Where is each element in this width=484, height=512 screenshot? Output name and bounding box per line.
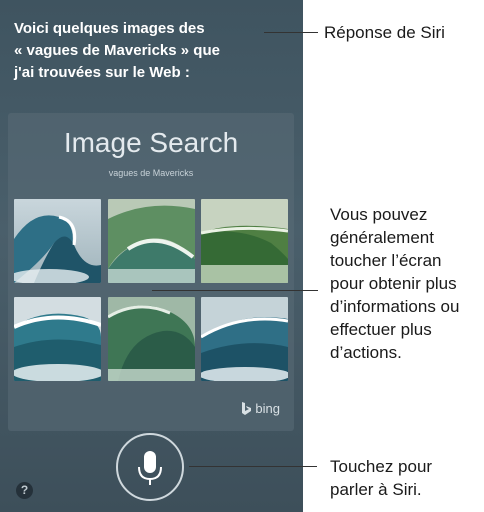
callout-speak: Touchez pour parler à Siri. xyxy=(330,455,432,501)
callout-text: effectuer plus xyxy=(330,320,432,339)
bing-logo: bing xyxy=(241,401,280,416)
bing-icon xyxy=(241,401,252,416)
callout-text: généralement xyxy=(330,228,434,247)
callout-text: Vous pouvez xyxy=(330,205,428,224)
callout-line xyxy=(264,32,318,33)
callout-line xyxy=(152,290,318,291)
microphone-icon xyxy=(138,451,162,485)
wave-image-2[interactable] xyxy=(108,199,195,283)
callout-tap-screen: Vous pouvez généralement toucher l’écran… xyxy=(330,203,484,364)
bing-label: bing xyxy=(255,401,280,416)
wave-image-1[interactable] xyxy=(14,199,101,283)
siri-screen[interactable]: Voici quelques images des « vagues de Ma… xyxy=(0,0,303,512)
siri-response-text: Voici quelques images des « vagues de Ma… xyxy=(14,18,294,84)
siri-response-line: j'ai trouvées sur le Web : xyxy=(14,64,190,81)
wave-image-5[interactable] xyxy=(108,297,195,381)
search-query: vagues de Mavericks xyxy=(108,168,194,178)
wave-image-4[interactable] xyxy=(14,297,101,381)
question-icon[interactable]: ? xyxy=(16,482,33,499)
wave-image-6[interactable] xyxy=(201,297,288,381)
callout-text: parler à Siri. xyxy=(330,480,422,499)
image-search-title: Image Search xyxy=(63,127,239,158)
callout-text: toucher l’écran xyxy=(330,251,442,270)
callout-text: Touchez pour xyxy=(330,457,433,476)
callout-line xyxy=(189,466,317,467)
wave-image-3[interactable] xyxy=(201,199,288,283)
callout-siri-response: Réponse de Siri xyxy=(324,23,445,42)
callout-text: d’informations ou xyxy=(330,297,460,316)
image-search-card[interactable]: Image Search vagues de Mavericks bing xyxy=(8,113,294,431)
siri-response-line: Voici quelques images des xyxy=(14,20,205,37)
callout-text: pour obtenir plus xyxy=(330,274,457,293)
siri-response-line: « vagues de Mavericks » que xyxy=(14,42,220,59)
siri-mic-button[interactable] xyxy=(116,433,184,501)
callout-text: d’actions. xyxy=(330,343,402,362)
